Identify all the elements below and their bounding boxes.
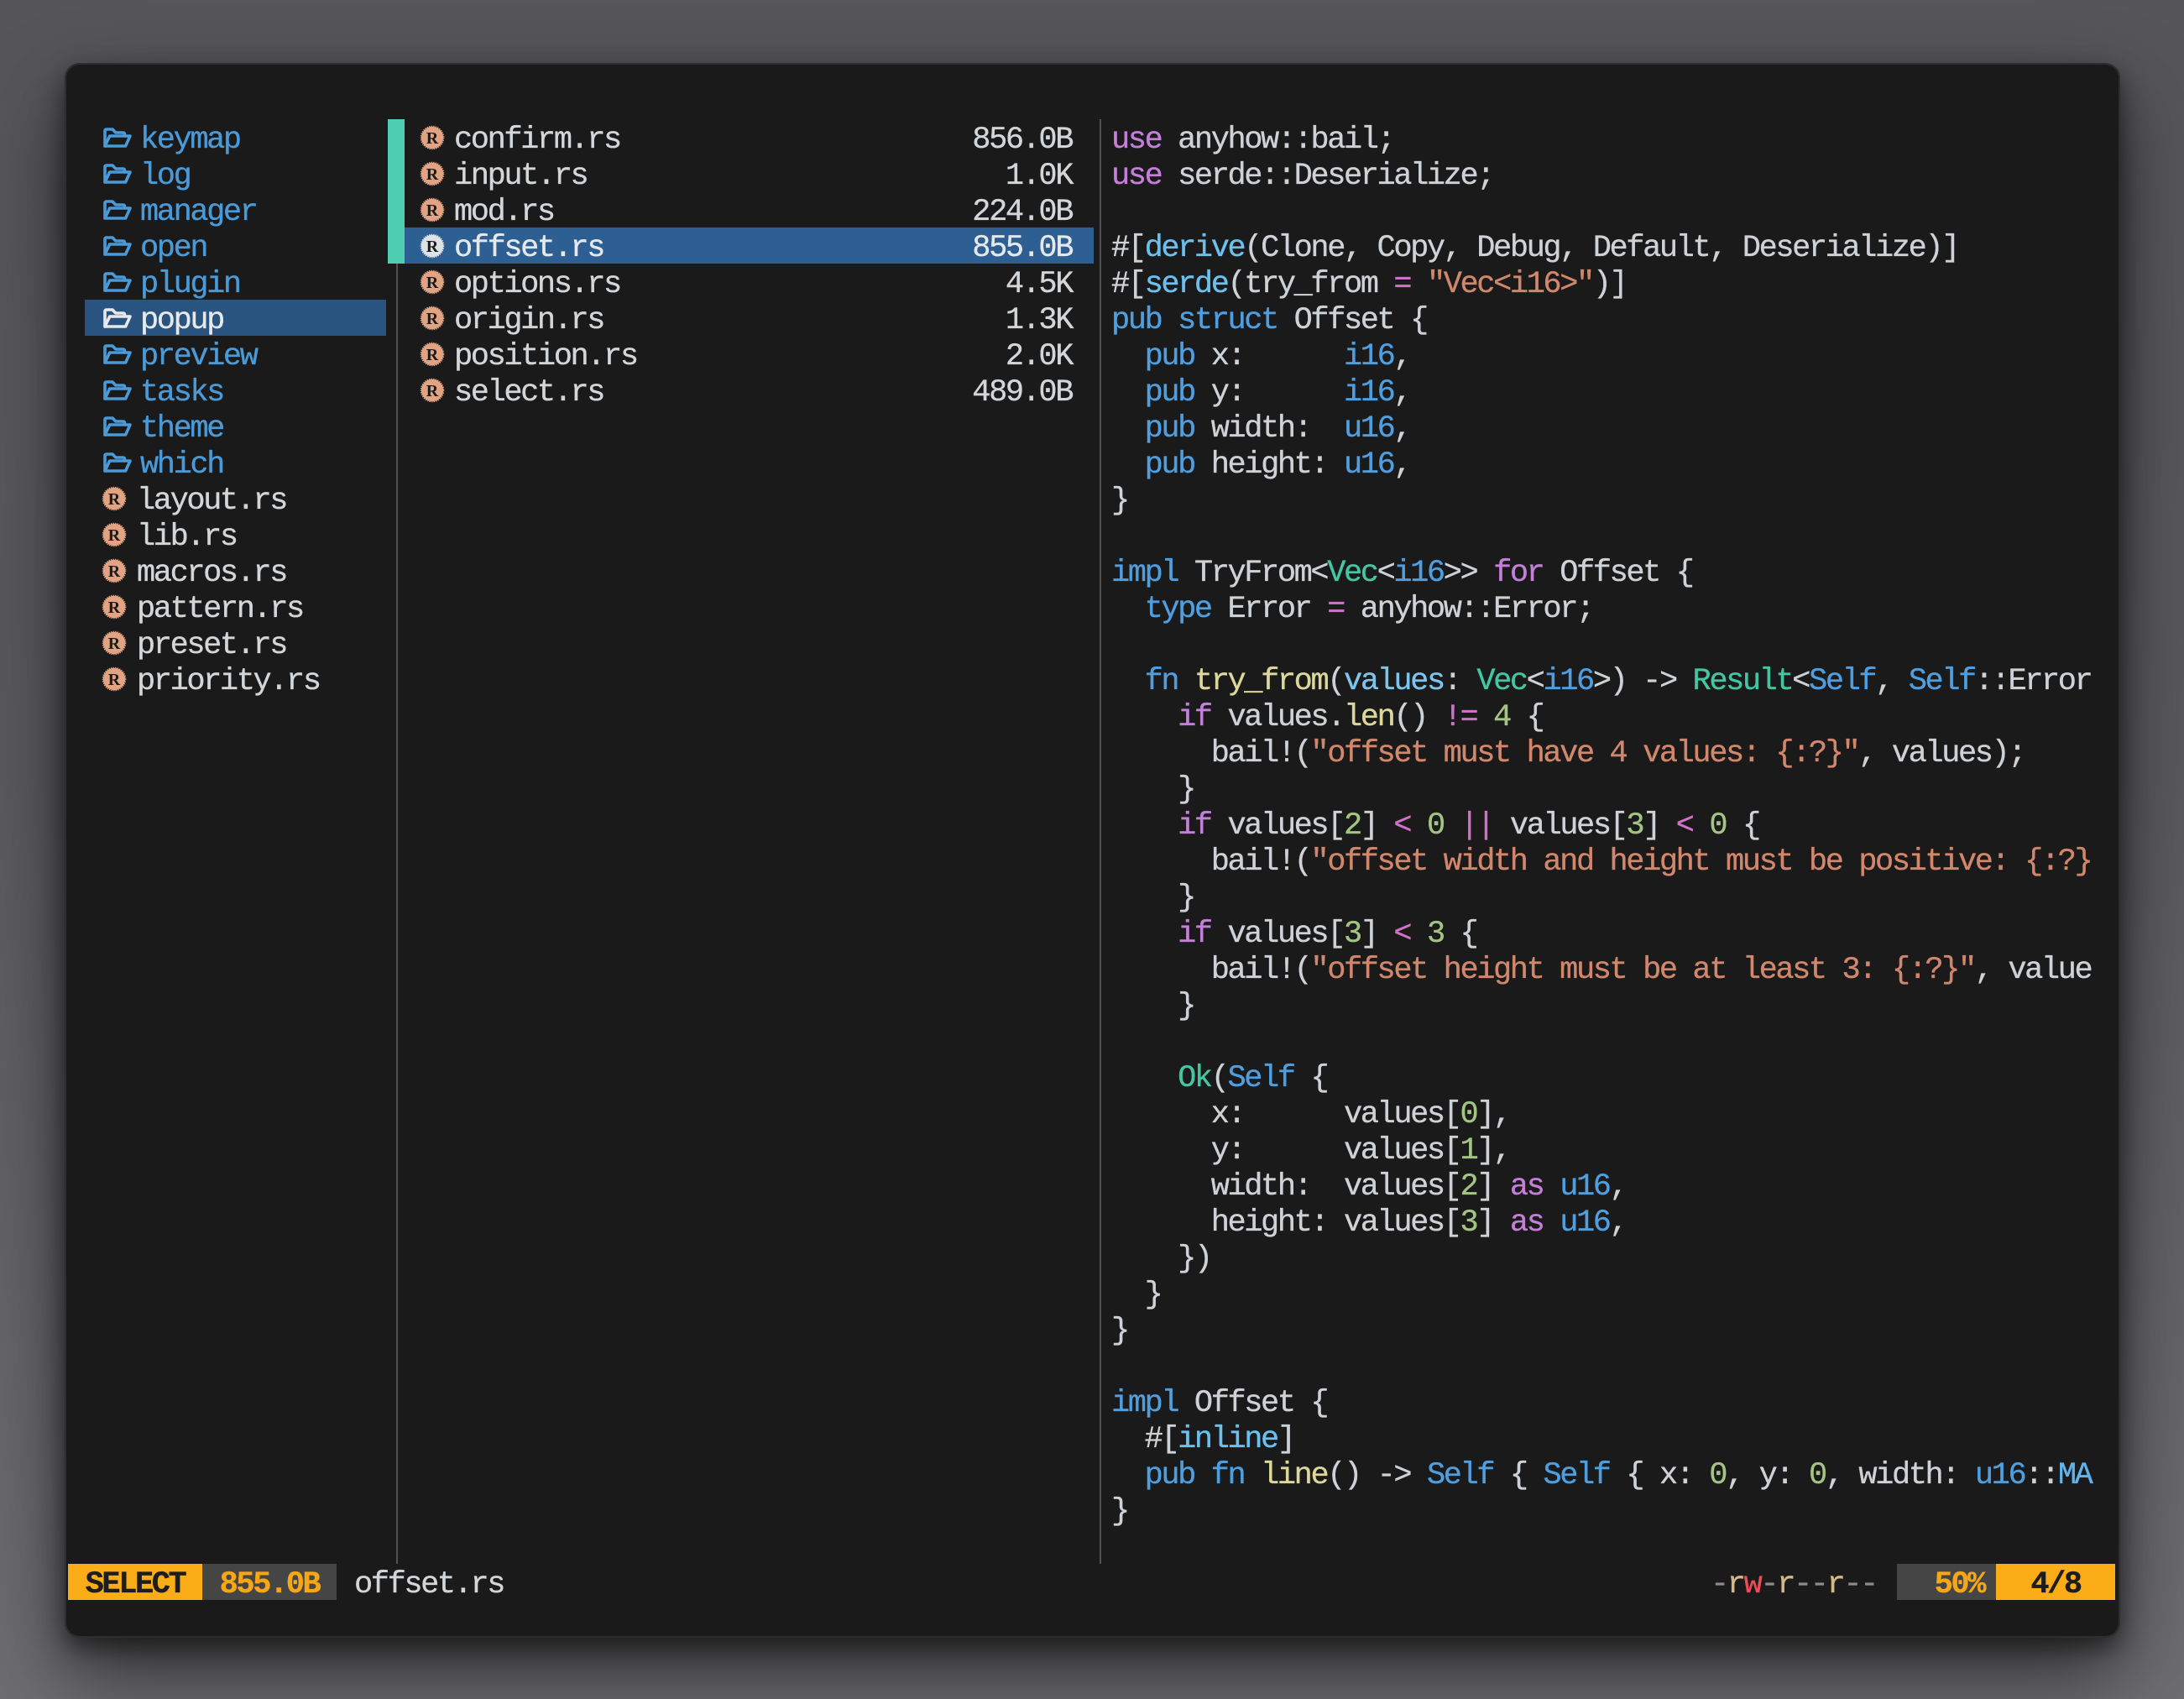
svg-text:R: R xyxy=(108,599,121,617)
svg-text:R: R xyxy=(108,671,121,689)
svg-text:R: R xyxy=(108,562,121,581)
svg-text:R: R xyxy=(426,201,439,220)
svg-text:R: R xyxy=(426,238,439,256)
svg-text:R: R xyxy=(426,129,439,148)
svg-text:R: R xyxy=(108,526,121,545)
svg-text:R: R xyxy=(108,635,121,653)
svg-text:R: R xyxy=(426,346,439,364)
svg-text:R: R xyxy=(426,382,439,400)
svg-text:R: R xyxy=(426,274,439,292)
svg-text:R: R xyxy=(426,310,439,328)
svg-text:R: R xyxy=(108,490,121,509)
svg-text:R: R xyxy=(426,165,439,184)
